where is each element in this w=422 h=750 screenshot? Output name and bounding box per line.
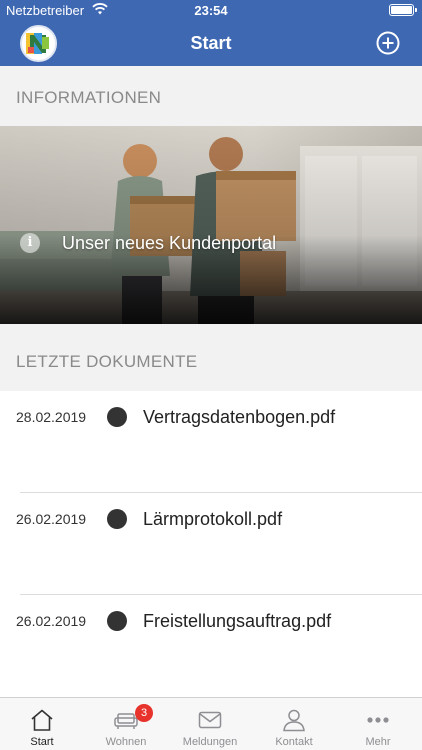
document-date: 26.02.2019 (16, 613, 87, 629)
banner-caption: Unser neues Kundenportal (62, 233, 277, 253)
home-icon (31, 709, 53, 731)
info-icon: i (20, 233, 40, 253)
document-name: Lärmprotokoll.pdf (143, 509, 283, 529)
unread-dot-icon (107, 611, 127, 631)
person-icon (283, 709, 305, 732)
tab-meldungen[interactable]: Meldungen (168, 698, 252, 750)
banner-photo (0, 126, 422, 324)
document-row[interactable]: 28.02.2019 Vertragsdatenbogen.pdf (0, 391, 422, 493)
tab-label: Kontakt (275, 736, 313, 748)
more-icon (367, 717, 389, 723)
document-name: Vertragsdatenbogen.pdf (143, 407, 336, 427)
unread-dot-icon (107, 509, 127, 529)
battery-icon (389, 4, 417, 16)
tab-kontakt[interactable]: Kontakt (252, 698, 336, 750)
document-list: 28.02.2019 Vertragsdatenbogen.pdf 26.02.… (0, 391, 422, 697)
section-header-letzte-dokumente: LETZTE DOKUMENTE (0, 330, 422, 390)
tab-wohnen[interactable]: 3 Wohnen (84, 698, 168, 750)
tab-start[interactable]: Start (0, 698, 84, 750)
status-bar: Netzbetreiber 23:54 (0, 0, 422, 20)
document-name: Freistellungsauftrag.pdf (143, 611, 332, 631)
section-header-informationen: INFORMATIONEN (0, 66, 422, 126)
nav-bar: Start (0, 20, 422, 66)
tab-label: Wohnen (105, 736, 147, 748)
page-title: Start (190, 33, 232, 53)
tab-label: Meldungen (182, 736, 238, 748)
clock: 23:54 (194, 3, 228, 18)
document-row[interactable]: 26.02.2019 Freistellungsauftrag.pdf (0, 595, 422, 697)
document-date: 26.02.2019 (16, 511, 87, 527)
add-icon[interactable] (376, 31, 400, 55)
tab-label: Mehr (365, 736, 391, 748)
document-row[interactable]: 26.02.2019 Lärmprotokoll.pdf (0, 493, 422, 595)
envelope-icon (198, 711, 222, 729)
document-date: 28.02.2019 (16, 409, 87, 425)
tab-bar: Start 3 Wohnen Meldungen Kontakt Mehr (0, 697, 422, 750)
unread-dot-icon (107, 407, 127, 427)
tab-mehr[interactable]: Mehr (336, 698, 420, 750)
info-banner[interactable]: i Unser neues Kundenportal (0, 126, 422, 324)
notification-badge: 3 (135, 704, 153, 722)
tab-label: Start (30, 736, 54, 748)
